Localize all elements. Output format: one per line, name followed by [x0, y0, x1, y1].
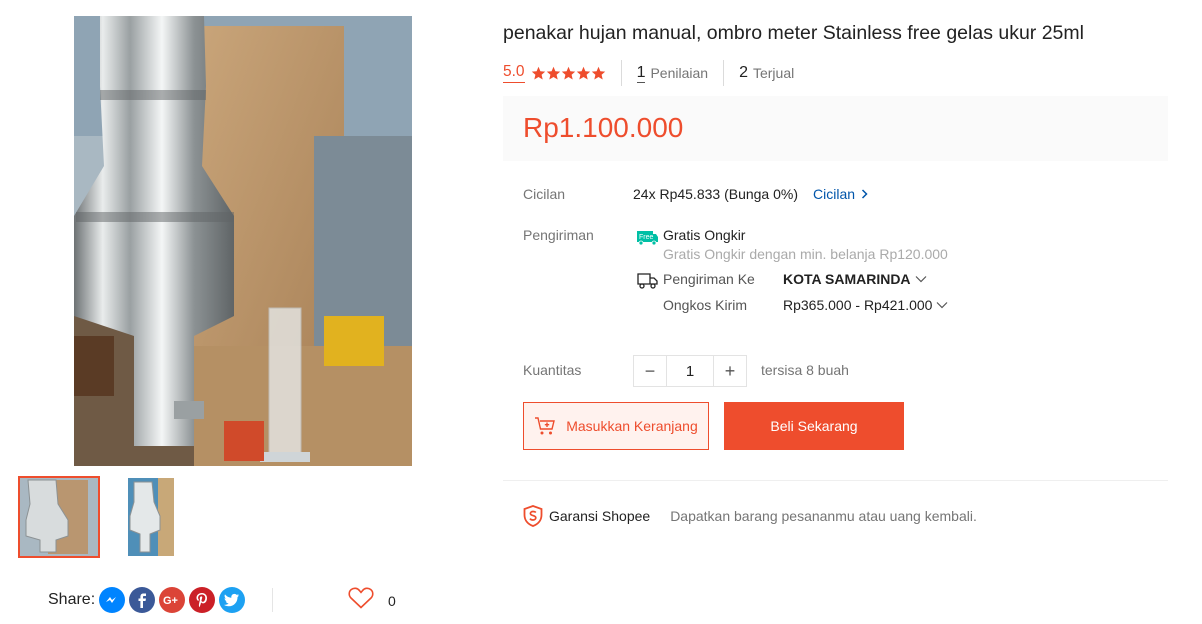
quantity-input[interactable]: 1	[666, 356, 714, 386]
chevron-down-icon	[915, 276, 926, 283]
product-title: penakar hujan manual, ombro meter Stainl…	[503, 22, 1084, 44]
quantity-stepper: − 1 +	[633, 355, 747, 387]
sold-count: 2	[739, 64, 748, 81]
product-price: Rp1.100.000	[523, 112, 684, 143]
divider	[620, 60, 622, 86]
divider	[723, 60, 725, 86]
star-icon	[531, 66, 545, 79]
star-icon	[576, 66, 590, 79]
ship-to-value: KOTA SAMARINDA	[783, 271, 911, 287]
like-button[interactable]: 0	[348, 587, 396, 614]
google-plus-icon[interactable]: G+	[159, 587, 186, 613]
guarantee-title[interactable]: Garansi Shopee	[549, 508, 650, 524]
stock-remaining: tersisa 8 buah	[761, 362, 849, 378]
sold-label: Terjual	[752, 65, 795, 81]
rating-score[interactable]: 5.0	[503, 63, 525, 83]
star-icon	[546, 66, 560, 79]
ship-to-label: Pengiriman Ke	[663, 271, 755, 287]
cart-add-icon	[535, 417, 556, 435]
product-thumbnail-1[interactable]	[18, 476, 100, 558]
truck-icon	[637, 272, 659, 295]
product-gallery: Share: G+ 0	[0, 0, 490, 624]
price-box: Rp1.100.000	[503, 96, 1168, 161]
share-row: Share: G+	[48, 586, 249, 614]
rating-count-label: Penilaian	[650, 65, 709, 81]
cicilan-link-label: Cicilan	[813, 186, 856, 202]
quantity-plus-button[interactable]: +	[714, 356, 746, 386]
ship-to-dropdown[interactable]: KOTA SAMARINDA	[783, 271, 927, 287]
section-divider	[503, 480, 1168, 481]
cicilan-value: 24x Rp45.833 (Bunga 0%)	[633, 186, 798, 202]
facebook-icon[interactable]	[129, 587, 156, 613]
cicilan-link[interactable]: Cicilan	[813, 186, 868, 202]
chevron-right-icon	[861, 189, 868, 199]
svg-text:G+: G+	[163, 595, 178, 607]
cicilan-label: Cicilan	[523, 186, 566, 202]
guarantee-desc: Dapatkan barang pesananmu atau uang kemb…	[670, 508, 977, 524]
product-main-image[interactable]	[74, 16, 412, 466]
free-badge: Free	[639, 234, 654, 241]
pinterest-icon[interactable]	[189, 587, 216, 613]
rating-row: 5.0 1 Penilaian 2 Terjual	[503, 60, 794, 86]
shield-icon	[523, 505, 543, 527]
star-icon	[561, 66, 575, 79]
guarantee-row: Garansi Shopee Dapatkan barang pesananmu…	[523, 505, 977, 527]
quantity-minus-button[interactable]: −	[634, 356, 666, 386]
shipping-cost-label: Ongkos Kirim	[663, 297, 748, 313]
shipping-label: Pengiriman	[523, 227, 594, 243]
product-thumbnail-2[interactable]	[110, 476, 192, 558]
chevron-down-icon	[937, 302, 948, 309]
free-shipping-desc: Gratis Ongkir dengan min. belanja Rp120.…	[663, 246, 948, 262]
add-to-cart-label: Masukkan Keranjang	[566, 418, 698, 434]
twitter-icon[interactable]	[219, 587, 246, 613]
like-count: 0	[388, 592, 396, 609]
free-shipping-title: Gratis Ongkir	[663, 227, 746, 243]
rating-count[interactable]: 1	[636, 64, 646, 83]
star-icon	[591, 66, 605, 79]
messenger-icon[interactable]	[99, 587, 126, 613]
free-shipping-icon: Free	[635, 230, 659, 251]
heart-icon	[348, 587, 374, 614]
buy-now-button[interactable]: Beli Sekarang	[724, 402, 904, 450]
share-label: Share:	[48, 591, 96, 608]
add-to-cart-button[interactable]: Masukkan Keranjang	[523, 402, 709, 450]
quantity-label: Kuantitas	[523, 362, 582, 378]
share-divider	[272, 588, 273, 612]
shipping-cost-value: Rp365.000 - Rp421.000	[783, 297, 933, 313]
shipping-cost-dropdown[interactable]: Rp365.000 - Rp421.000	[783, 297, 948, 313]
rating-stars	[531, 66, 606, 81]
